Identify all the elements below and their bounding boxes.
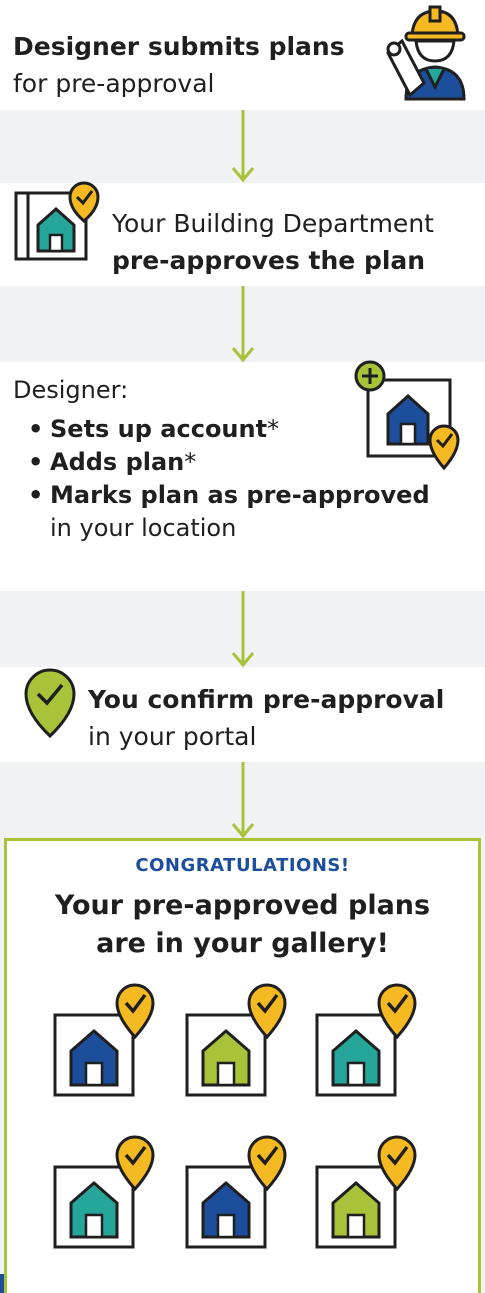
gallery-plan-5 — [183, 1133, 287, 1249]
gallery-plan-1 — [51, 981, 155, 1097]
bullet-mark-preapproved: Marks plan as pre-approved — [28, 479, 430, 512]
bullet-continuation: in your location — [50, 514, 237, 542]
step2-line1: Your Building Department — [112, 209, 434, 238]
gallery-plan-6 — [313, 1133, 417, 1249]
step-designer-actions: Designer: Sets up account* Adds plan* Ma… — [0, 360, 485, 591]
step4-title: You confirm pre-approval — [88, 685, 445, 714]
house-pin-icon — [53, 1135, 155, 1249]
gallery-card: CONGRATULATIONS! Your pre-approved plans… — [4, 838, 481, 1293]
congrats-eyebrow: CONGRATULATIONS! — [135, 855, 350, 876]
house-pin-icon — [185, 1135, 287, 1249]
blueprint-house-icon — [14, 181, 100, 261]
house-pin-icon — [53, 983, 155, 1097]
step1-title: Designer submits plans — [13, 32, 345, 61]
gallery-plan-4 — [51, 1133, 155, 1249]
step1-subtitle: for pre-approval — [13, 69, 215, 98]
gallery-plan-2 — [183, 981, 287, 1097]
final-title-line2: are in your gallery! — [96, 928, 389, 959]
worker-icon — [386, 5, 466, 101]
step-department-preapproves: Your Building Department pre-approves th… — [0, 181, 485, 286]
step3-lead: Designer: — [13, 376, 129, 404]
house-pin-icon — [315, 983, 417, 1097]
down-arrow-2 — [231, 286, 255, 363]
final-title: Your pre-approved plans are in your gall… — [7, 887, 478, 963]
step2-line2: pre-approves the plan — [112, 246, 426, 275]
add-house-icon — [354, 360, 460, 471]
step-you-confirm: You confirm pre-approval in your portal — [0, 667, 485, 762]
final-title-line1: Your pre-approved plans — [54, 890, 431, 921]
house-pin-icon — [315, 1135, 417, 1249]
step-designer-submits: Designer submits plans for pre-approval — [0, 0, 485, 110]
edge-accent — [0, 1274, 4, 1293]
down-arrow-1 — [231, 110, 255, 183]
house-pin-icon — [185, 983, 287, 1097]
gallery-plan-3 — [313, 981, 417, 1097]
check-pin-icon — [24, 668, 76, 739]
step4-subtitle: in your portal — [88, 722, 257, 751]
down-arrow-3 — [231, 591, 255, 668]
down-arrow-4 — [231, 762, 255, 839]
